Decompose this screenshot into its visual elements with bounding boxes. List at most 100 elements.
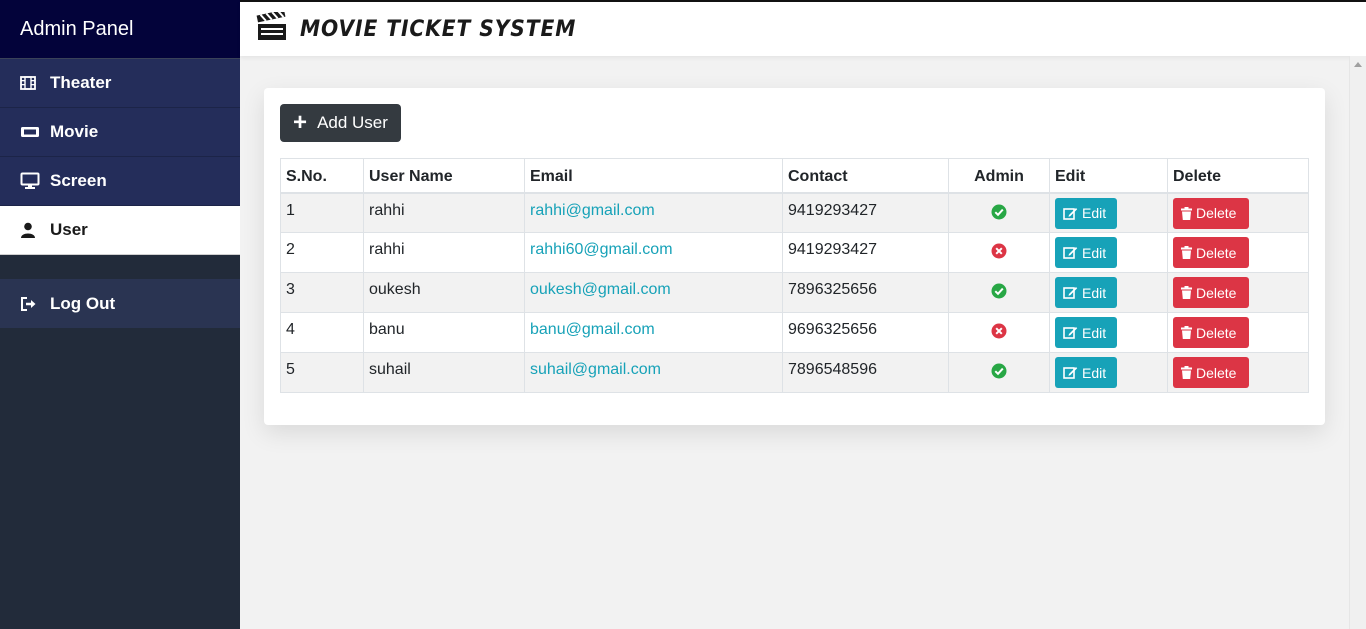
delete-button-label: Delete: [1196, 244, 1237, 261]
sidebar-item-screen[interactable]: Screen: [0, 157, 240, 206]
cell-email: rahhi60@gmail.com: [524, 232, 783, 273]
monitor-icon: [20, 172, 42, 190]
delete-button[interactable]: Delete: [1173, 357, 1249, 388]
sign-out-icon: [20, 296, 42, 311]
delete-button[interactable]: Delete: [1173, 317, 1249, 348]
clapperboard-icon: [256, 9, 288, 47]
email-link[interactable]: rahhi60@gmail.com: [530, 241, 673, 258]
table-row: 1 rahhi rahhi@gmail.com 9419293427 Edit …: [280, 192, 1309, 233]
delete-button-label: Delete: [1196, 324, 1237, 341]
cell-email: oukesh@gmail.com: [524, 272, 783, 313]
edit-button[interactable]: Edit: [1055, 277, 1117, 308]
film-icon: [20, 76, 42, 90]
cell-username: rahhi: [363, 192, 525, 233]
cell-contact: 7896548596: [782, 352, 949, 393]
check-circle-icon: [991, 283, 1007, 304]
delete-button[interactable]: Delete: [1173, 277, 1249, 308]
cell-admin: [948, 352, 1050, 393]
column-header-edit: Edit: [1049, 158, 1168, 194]
scroll-up-arrow-icon[interactable]: [1354, 62, 1362, 67]
logout-button[interactable]: Log Out: [0, 279, 240, 328]
edit-button-label: Edit: [1082, 244, 1107, 261]
delete-button-label: Delete: [1196, 284, 1237, 301]
column-header-contact: Contact: [782, 158, 949, 194]
cell-delete: Delete: [1167, 352, 1309, 393]
cell-delete: Delete: [1167, 272, 1309, 313]
edit-button[interactable]: Edit: [1055, 317, 1117, 348]
cell-username: suhail: [363, 352, 525, 393]
cell-edit: Edit: [1049, 272, 1168, 313]
email-link[interactable]: oukesh@gmail.com: [530, 281, 671, 298]
edit-button-label: Edit: [1082, 324, 1107, 341]
table-header-row: S.No. User Name Email Contact Admin Edit…: [280, 158, 1309, 194]
table-row: 2 rahhi rahhi60@gmail.com 9419293427 Edi…: [280, 232, 1309, 273]
sidebar: Admin Panel Theater Movie Screen User Lo…: [0, 0, 240, 629]
trash-icon: [1181, 326, 1192, 339]
cell-email: banu@gmail.com: [524, 312, 783, 353]
cell-sno: 5: [280, 352, 364, 393]
sidebar-item-user[interactable]: User: [0, 206, 240, 255]
delete-button[interactable]: Delete: [1173, 237, 1249, 268]
cell-delete: Delete: [1167, 192, 1309, 233]
cell-admin: [948, 192, 1050, 233]
column-header-username: User Name: [363, 158, 525, 194]
trash-icon: [1181, 246, 1192, 259]
vertical-scrollbar[interactable]: [1349, 56, 1366, 629]
sidebar-item-label: Theater: [50, 73, 112, 92]
ticket-icon: [20, 125, 42, 139]
edit-button[interactable]: Edit: [1055, 357, 1117, 388]
trash-icon: [1181, 366, 1192, 379]
user-icon: [20, 222, 42, 238]
add-user-button[interactable]: + Add User: [280, 104, 401, 142]
edit-icon: [1063, 207, 1078, 220]
users-card: + Add User S.No. User Name Email Contact…: [264, 88, 1325, 425]
delete-button-label: Delete: [1196, 205, 1237, 221]
cell-edit: Edit: [1049, 192, 1168, 233]
edit-button[interactable]: Edit: [1055, 197, 1117, 229]
edit-button-label: Edit: [1082, 205, 1107, 221]
edit-button-label: Edit: [1082, 364, 1107, 381]
table-row: 4 banu banu@gmail.com 9696325656 Edit De…: [280, 312, 1309, 353]
edit-button[interactable]: Edit: [1055, 237, 1117, 268]
email-link[interactable]: rahhi@gmail.com: [530, 202, 655, 219]
logout-label: Log Out: [50, 293, 116, 313]
sidebar-item-theater[interactable]: Theater: [0, 59, 240, 108]
sidebar-title: Admin Panel: [0, 0, 240, 59]
x-circle-icon: [991, 323, 1007, 344]
email-link[interactable]: suhail@gmail.com: [530, 361, 661, 378]
sidebar-spacer: [0, 255, 240, 279]
trash-icon: [1181, 206, 1192, 220]
cell-admin: [948, 272, 1050, 313]
cell-sno: 2: [280, 232, 364, 273]
cell-admin: [948, 232, 1050, 273]
cell-email: rahhi@gmail.com: [524, 192, 783, 233]
edit-icon: [1063, 247, 1078, 259]
edit-icon: [1063, 287, 1078, 299]
cell-delete: Delete: [1167, 312, 1309, 353]
delete-button[interactable]: Delete: [1173, 197, 1249, 229]
edit-icon: [1063, 367, 1078, 379]
column-header-email: Email: [524, 158, 783, 194]
cell-sno: 1: [280, 192, 364, 233]
column-header-delete: Delete: [1167, 158, 1309, 194]
edit-icon: [1063, 327, 1078, 339]
cell-contact: 7896325656: [782, 272, 949, 313]
top-bar: MOVIE TICKET SYSTEM: [240, 0, 1366, 56]
cell-sno: 3: [280, 272, 364, 313]
sidebar-item-movie[interactable]: Movie: [0, 108, 240, 157]
check-circle-icon: [991, 204, 1007, 225]
cell-edit: Edit: [1049, 232, 1168, 273]
sidebar-item-label: User: [50, 220, 88, 239]
email-link[interactable]: banu@gmail.com: [530, 321, 655, 338]
cell-contact: 9419293427: [782, 232, 949, 273]
cell-edit: Edit: [1049, 352, 1168, 393]
x-circle-icon: [991, 243, 1007, 264]
trash-icon: [1181, 286, 1192, 299]
plus-icon: +: [293, 109, 308, 136]
cell-username: rahhi: [363, 232, 525, 273]
cell-admin: [948, 312, 1050, 353]
column-header-admin: Admin: [948, 158, 1050, 194]
cell-edit: Edit: [1049, 312, 1168, 353]
cell-username: banu: [363, 312, 525, 353]
cell-contact: 9696325656: [782, 312, 949, 353]
